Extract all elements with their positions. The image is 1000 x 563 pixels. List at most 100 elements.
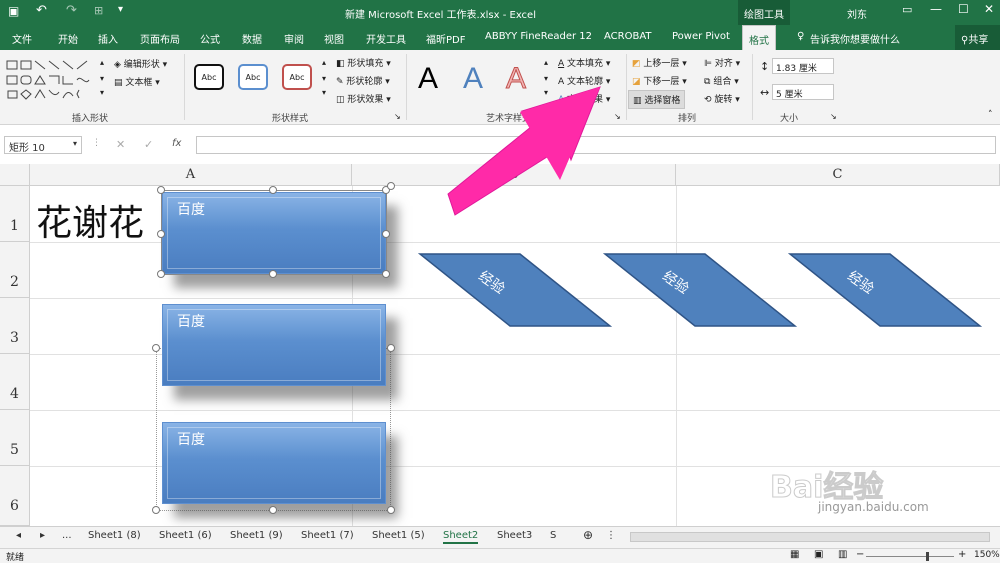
maximize-icon[interactable]: ☐ <box>958 2 969 16</box>
horizontal-scrollbar[interactable] <box>630 532 990 542</box>
wordart-launcher-icon[interactable]: ↘ <box>614 112 621 121</box>
tab-insert[interactable]: 插入 <box>98 31 118 46</box>
shape-effects-button[interactable]: ◫ 形状效果 ▾ <box>336 92 391 105</box>
shape-style-blue[interactable]: Abc <box>238 64 268 90</box>
qat-dropdown-icon[interactable]: ▾ <box>118 4 123 15</box>
sheet-tab[interactable]: Sheet1 (8) <box>88 530 141 541</box>
sheet-tab-active[interactable]: Sheet2 <box>443 530 479 544</box>
user-name[interactable]: 刘东 <box>847 6 867 21</box>
height-input[interactable]: 1.83 厘米 <box>772 58 834 74</box>
tell-me-box[interactable]: 告诉我你想要做什么 <box>810 31 900 46</box>
sheet-tab-more[interactable]: ... <box>62 530 72 541</box>
wordart-scroll-down-icon[interactable]: ▾ <box>544 74 548 83</box>
zoom-in-icon[interactable]: + <box>958 549 966 560</box>
form-icon[interactable]: ⊞ <box>94 4 103 17</box>
tab-developer[interactable]: 开发工具 <box>366 31 406 46</box>
shape-outline-button[interactable]: ✎ 形状轮廓 ▾ <box>336 74 390 87</box>
sheet-tab[interactable]: S <box>550 530 556 541</box>
rotate-button[interactable]: ⟲ 旋转 ▾ <box>704 92 740 105</box>
sheet-nav-next-icon[interactable]: ▸ <box>40 530 45 541</box>
zoom-out-icon[interactable]: − <box>856 549 864 560</box>
bring-forward-button[interactable]: ◩ 上移一层 ▾ <box>632 56 687 69</box>
shape-styles-launcher-icon[interactable]: ↘ <box>394 112 401 121</box>
tab-view[interactable]: 视图 <box>324 31 344 46</box>
group-button[interactable]: ⧉ 组合 ▾ <box>704 74 739 87</box>
normal-view-icon[interactable]: ▦ <box>790 549 799 560</box>
enter-icon[interactable]: ✓ <box>144 138 153 151</box>
sheet-tab[interactable]: Sheet1 (6) <box>159 530 212 541</box>
shape-style-red[interactable]: Abc <box>282 64 312 90</box>
style-scroll-down-icon[interactable]: ▾ <box>322 74 326 83</box>
paint-bucket-icon: ◧ <box>336 59 345 69</box>
bring-forward-label: 上移一层 <box>643 59 680 69</box>
more-options-icon[interactable]: ⋮ <box>92 138 101 148</box>
tab-abbyy[interactable]: ABBYY FineReader 12 <box>485 31 592 42</box>
selection-pane-button[interactable]: ▥ 选择窗格 <box>628 90 686 109</box>
cancel-icon[interactable]: ✕ <box>116 138 125 151</box>
sheet-tab[interactable]: Sheet3 <box>497 530 532 541</box>
tab-formulas[interactable]: 公式 <box>200 31 220 46</box>
style-more-icon[interactable]: ▾ <box>322 88 326 97</box>
send-backward-button[interactable]: ◪ 下移一层 ▾ <box>632 74 687 87</box>
tab-format[interactable]: 格式 <box>742 25 776 50</box>
align-button[interactable]: ⊫ 对齐 ▾ <box>704 56 740 69</box>
save-icon[interactable]: ▣ <box>8 4 19 18</box>
wordart-red-outline[interactable]: A <box>505 62 526 96</box>
style-scroll-up-icon[interactable]: ▴ <box>322 58 326 67</box>
name-box[interactable]: 矩形 10 ▾ <box>4 136 82 154</box>
sheet-nav-prev-icon[interactable]: ◂ <box>16 530 21 541</box>
wordart-more-icon[interactable]: ▾ <box>544 88 548 97</box>
tab-power-pivot[interactable]: Power Pivot <box>672 31 730 42</box>
share-label: 共享 <box>968 35 989 46</box>
formula-input[interactable] <box>196 136 996 154</box>
tab-review[interactable]: 审阅 <box>284 31 304 46</box>
width-input[interactable]: 5 厘米 <box>772 84 834 100</box>
tab-page-layout[interactable]: 页面布局 <box>140 31 180 46</box>
text-effects-button[interactable]: A 文本效果 ▾ <box>558 92 610 105</box>
text-fill-button[interactable]: A 文本填充 ▾ <box>558 56 610 69</box>
add-sheet-icon[interactable]: ⊕ <box>583 528 593 542</box>
redo-icon[interactable]: ↷ <box>66 3 77 18</box>
separator <box>626 54 627 120</box>
zoom-slider-thumb[interactable] <box>926 552 929 561</box>
shape-gallery[interactable] <box>5 58 100 104</box>
tab-home[interactable]: 开始 <box>58 31 78 46</box>
text-effects-label: 文本效果 <box>567 95 604 105</box>
page-layout-view-icon[interactable]: ▣ <box>814 549 823 560</box>
name-box-dropdown-icon[interactable]: ▾ <box>73 139 77 148</box>
shape-style-black[interactable]: Abc <box>194 64 224 90</box>
zoom-level[interactable]: 150% <box>974 550 1000 560</box>
wordart-blue[interactable]: A <box>463 62 483 96</box>
close-icon[interactable]: ✕ <box>984 2 994 16</box>
text-box-button[interactable]: ▤ 文本框 ▾ <box>114 75 160 88</box>
zoom-slider[interactable] <box>866 556 954 557</box>
worksheet-grid[interactable]: A B C 1 2 3 4 5 6 花谢花 百度 百度 百度 经验 经验 经验 … <box>0 164 1000 526</box>
shape-effects-label: 形状效果 <box>347 95 384 105</box>
wordart-scroll-up-icon[interactable]: ▴ <box>544 58 548 67</box>
insert-function-icon[interactable]: fx <box>172 138 181 149</box>
edit-shape-label: 编辑形状 <box>123 60 160 70</box>
ribbon: ▴ ▾ ▾ ◈ 编辑形状 ▾ ▤ 文本框 ▾ 插入形状 Abc Abc Abc … <box>0 50 1000 125</box>
tab-foxit-pdf[interactable]: 福昕PDF <box>426 31 465 46</box>
tab-file[interactable]: 文件 <box>12 31 32 46</box>
minimize-icon[interactable]: — <box>930 2 942 16</box>
shape-fill-button[interactable]: ◧ 形状填充 ▾ <box>336 56 391 69</box>
text-outline-button[interactable]: A 文本轮廓 ▾ <box>558 74 610 87</box>
gallery-scroll-down-icon[interactable]: ▾ <box>100 74 104 83</box>
edit-shape-button[interactable]: ◈ 编辑形状 ▾ <box>114 57 167 70</box>
tab-acrobat[interactable]: ACROBAT <box>604 31 652 42</box>
more-sheets-icon[interactable]: ⋮ <box>606 530 616 541</box>
collapse-ribbon-icon[interactable]: ˄ <box>988 110 993 120</box>
tab-data[interactable]: 数据 <box>242 31 262 46</box>
size-launcher-icon[interactable]: ↘ <box>830 112 837 121</box>
share-button[interactable]: ⚲共享 <box>955 25 1000 50</box>
undo-icon[interactable]: ↶ <box>36 3 47 18</box>
sheet-tab[interactable]: Sheet1 (9) <box>230 530 283 541</box>
sheet-tab[interactable]: Sheet1 (7) <box>301 530 354 541</box>
wordart-black[interactable]: A <box>418 62 438 96</box>
sheet-tab[interactable]: Sheet1 (5) <box>372 530 425 541</box>
gallery-scroll-up-icon[interactable]: ▴ <box>100 58 104 67</box>
ribbon-options-icon[interactable]: ▭ <box>902 3 912 16</box>
gallery-more-icon[interactable]: ▾ <box>100 88 104 97</box>
page-break-view-icon[interactable]: ▥ <box>838 549 847 560</box>
